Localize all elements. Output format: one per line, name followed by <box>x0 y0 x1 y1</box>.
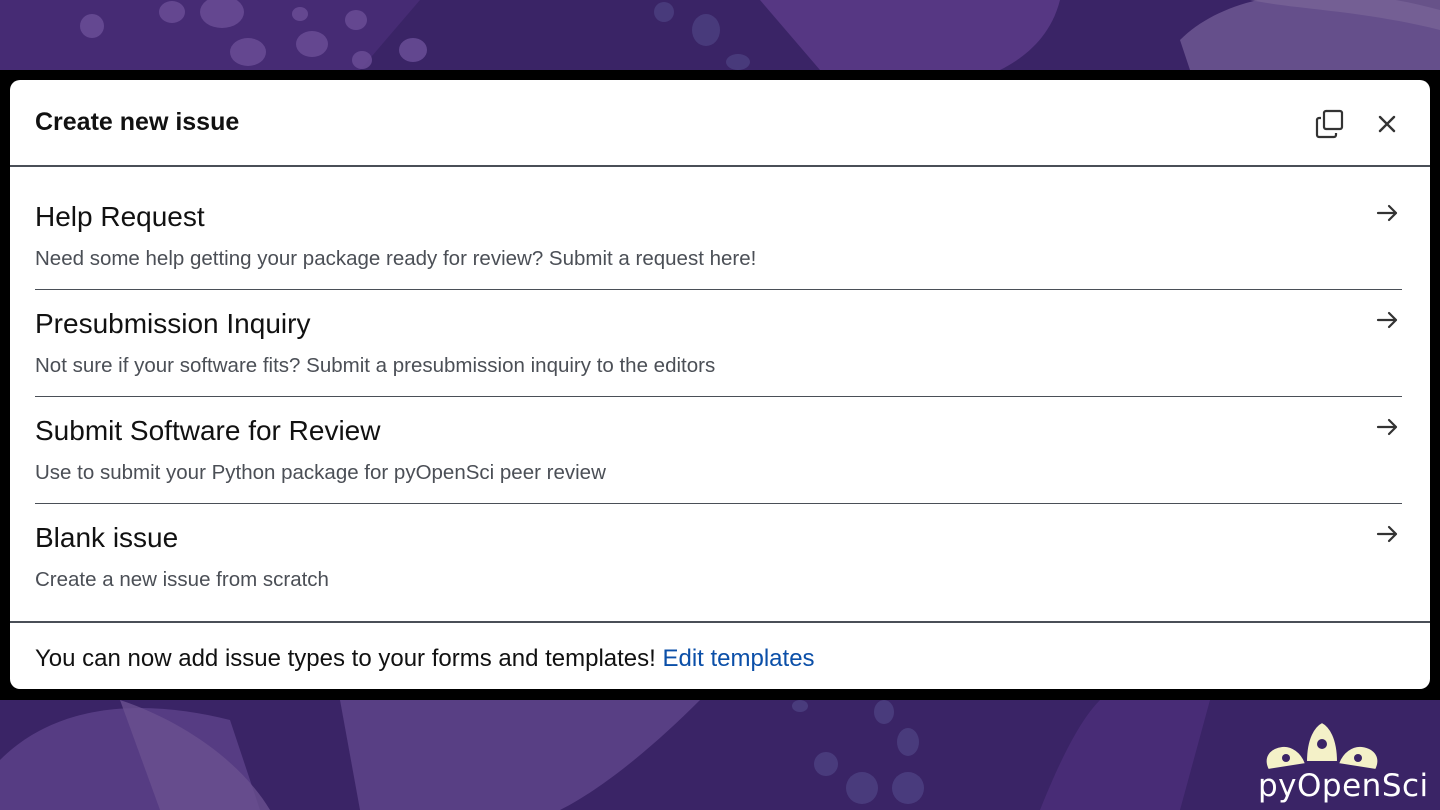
template-description: Need some help getting your package read… <box>35 247 757 270</box>
arrow-right-icon <box>1376 418 1398 436</box>
close-button[interactable] <box>1367 104 1407 144</box>
close-icon <box>1378 115 1396 133</box>
pyopensci-logo: pyOpenSci <box>1252 718 1428 806</box>
template-item-presubmission-inquiry[interactable]: Presubmission Inquiry Not sure if your s… <box>35 290 1402 396</box>
dialog-title: Create new issue <box>35 108 240 136</box>
dialog-header: Create new issue <box>10 80 1430 167</box>
template-item-help-request[interactable]: Help Request Need some help getting your… <box>35 167 1402 289</box>
template-title: Submit Software for Review <box>35 415 381 446</box>
template-title: Help Request <box>35 201 205 232</box>
footer-message: You can now add issue types to your form… <box>35 645 815 673</box>
logo-text: pyOpenSci <box>1258 768 1429 804</box>
template-item-blank-issue[interactable]: Blank issue Create a new issue from scra… <box>35 504 1402 624</box>
copy-button[interactable] <box>1310 104 1350 144</box>
template-item-submit-software[interactable]: Submit Software for Review Use to submit… <box>35 397 1402 503</box>
create-issue-dialog: Create new issue Help Request Need some … <box>10 80 1430 689</box>
template-title: Presubmission Inquiry <box>35 308 311 339</box>
template-title: Blank issue <box>35 522 179 553</box>
arrow-right-icon <box>1376 204 1398 222</box>
template-description: Not sure if your software fits? Submit a… <box>35 354 716 377</box>
arrow-right-icon <box>1376 525 1398 543</box>
footer-text: You can now add issue types to your form… <box>35 645 663 672</box>
arrow-right-icon <box>1376 311 1398 329</box>
template-description: Create a new issue from scratch <box>35 568 329 591</box>
template-description: Use to submit your Python package for py… <box>35 461 606 484</box>
copy-icon <box>1315 109 1344 139</box>
dialog-footer: You can now add issue types to your form… <box>10 621 1430 689</box>
edit-templates-link[interactable]: Edit templates <box>662 645 814 672</box>
